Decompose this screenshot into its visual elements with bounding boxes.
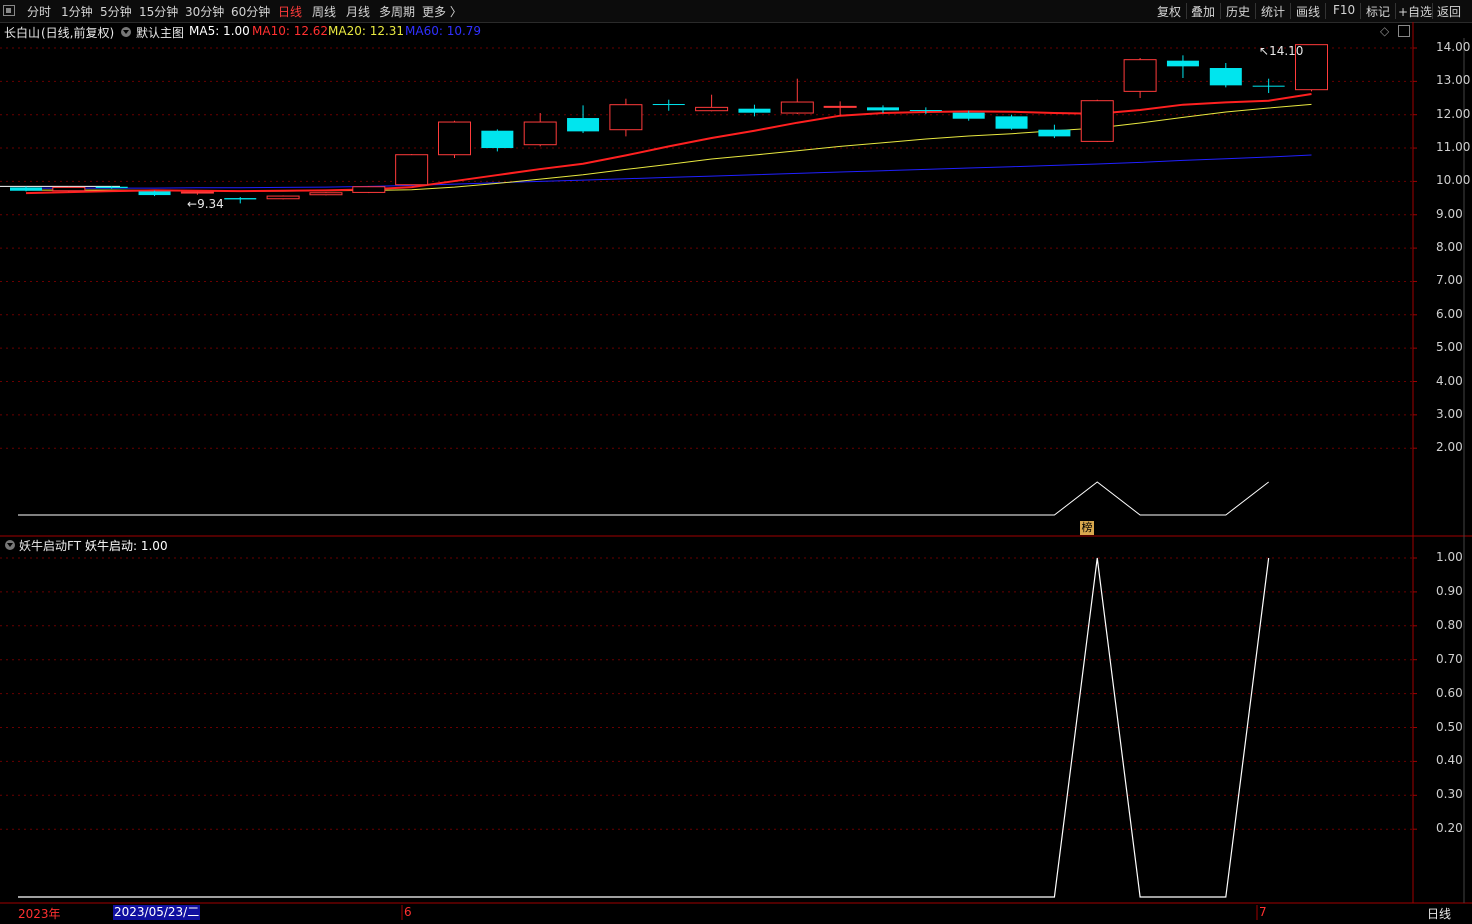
ma20-line [26,103,1312,192]
sub-dropdown-icon[interactable] [5,540,15,550]
candle-body-up [823,105,857,108]
low-price-value: 9.34 [197,197,224,211]
year-label: 2023年 [18,907,61,921]
candle-body-down [10,187,42,191]
price-tick-label: 7.00 [1436,273,1463,288]
ma20-value: MA20: 12.31 [328,24,405,38]
price-tick-label: 4.00 [1436,373,1463,388]
candle-body-down [1038,129,1071,137]
price-tick-label: 3.00 [1436,406,1463,421]
diamond-icon[interactable]: ◇ [1380,24,1389,38]
sub-tick-label: 0.60 [1436,685,1463,700]
sub-indicator-value: 妖牛启动: 1.00 [85,539,168,553]
price-tick-label: 14.00 [1436,40,1471,54]
candle-body-up [695,106,729,112]
sub-tick-label: 0.40 [1436,753,1463,768]
candle-body-down [95,186,128,189]
candle-body-down [138,191,171,196]
candle-body-up [266,195,300,200]
candle-body-up [180,191,214,194]
price-tick-label: 10.00 [1436,173,1471,188]
price-tick-label: 13.00 [1436,73,1471,88]
ma5-value: MA5: 1.00 [189,24,250,38]
sub-tick-label: 0.30 [1436,787,1463,802]
price-tick-label: 2.00 [1436,440,1463,455]
price-tick-label: 12.00 [1436,106,1471,121]
candle-body-up [395,154,429,186]
ma60-line [26,154,1312,189]
price-tick-label: 9.00 [1436,206,1463,221]
price-tick-label: 5.00 [1436,340,1463,355]
candle-body-down [652,104,685,106]
candle-body-up [309,192,343,196]
price-tick-label: 6.00 [1436,306,1463,321]
candle-body-up [438,121,471,156]
low-price-annotation: ←9.34 [187,197,224,211]
sub-indicator-name[interactable]: 妖牛启动FT [19,537,81,554]
candle-body-down [481,130,514,149]
price-tick-label: 8.00 [1436,240,1463,255]
kline-chart[interactable] [0,0,1472,924]
candle-body-down [867,107,899,111]
candle-body-down [1252,85,1285,87]
chart-mode: (日线,前复权) [41,26,115,40]
sub-tick-label: 0.90 [1436,583,1463,598]
candle-body-down [738,108,771,113]
stock-name: 长白山 [4,26,41,40]
signal-line-main [18,481,1269,516]
price-tick-label: 11.00 [1436,140,1471,155]
sub-tick-label: 0.20 [1436,821,1463,836]
candle-body-down [1209,68,1242,86]
candle-body-down [1166,60,1199,67]
high-price-annotation: ↖14.10 [1259,44,1304,58]
candle-body-down [995,116,1028,129]
candle-body-up [1080,100,1114,142]
ranking-badge[interactable]: 榜 [1080,521,1094,535]
high-price-value: 14.10 [1269,44,1304,58]
period-indicator: 日线 [1427,907,1452,921]
candle-body-up [52,186,86,192]
cursor-date: 2023/05/23/二 [113,905,201,920]
month-label-7: 7 [1259,905,1267,919]
candle-body-up [523,121,557,146]
candle-body-up [352,186,386,193]
sub-tick-label: 1.00 [1436,550,1463,564]
sub-tick-label: 0.70 [1436,651,1463,666]
month-label-6: 6 [404,905,412,919]
sub-tick-label: 0.80 [1436,617,1463,632]
candle-body-up [1123,59,1157,92]
candle-body-down [224,198,257,200]
candle-body-up [780,101,814,114]
candle-body-up [609,104,643,131]
main-indicator-name[interactable]: 默认主图 [136,24,184,41]
candle-body-down [952,112,985,119]
candle-body-down [909,110,942,112]
dropdown-icon[interactable] [121,27,131,37]
sub-tick-label: 0.50 [1436,719,1463,734]
candle-body-down [567,118,600,132]
ma60-value: MA60: 10.79 [405,24,482,38]
ma10-value: MA10: 12.62 [252,24,329,38]
panel-toggle-icon[interactable] [1398,25,1410,37]
